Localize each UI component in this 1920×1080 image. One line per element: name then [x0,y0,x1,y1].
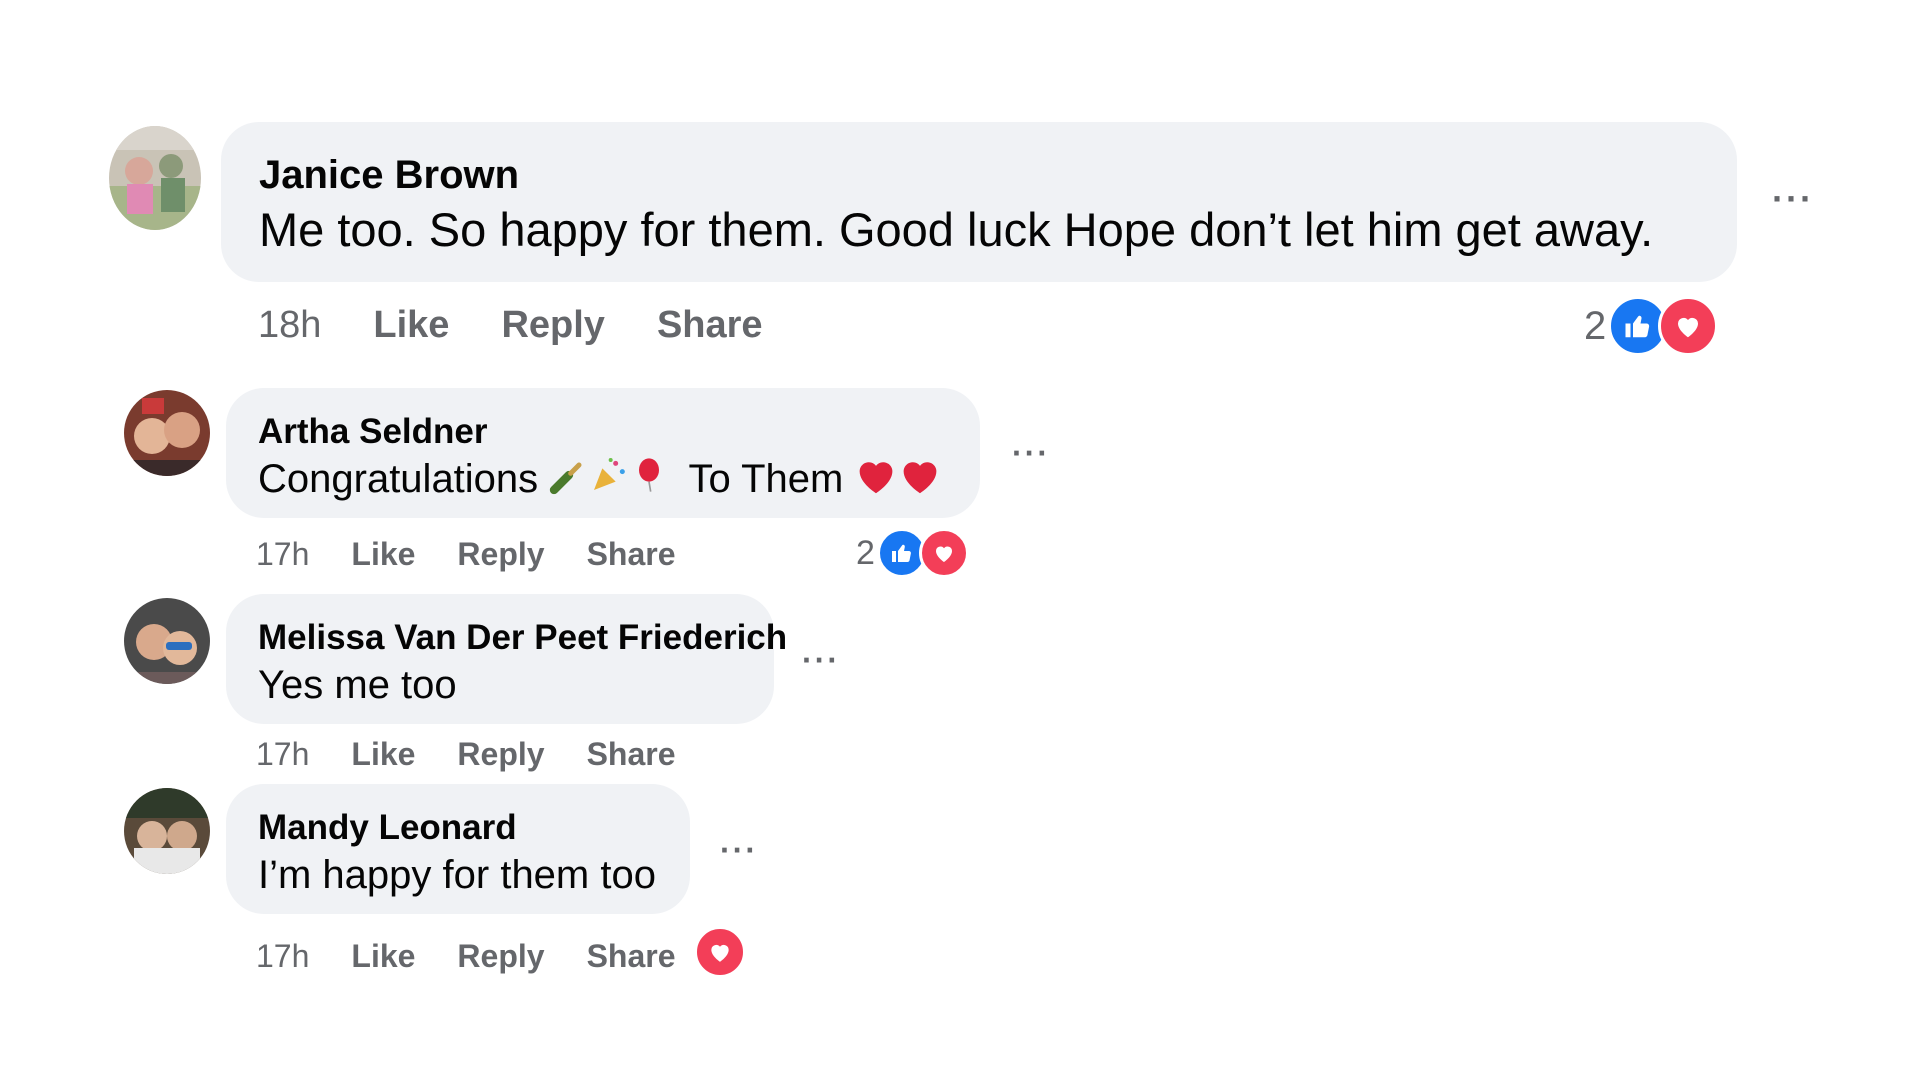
reaction-count: 2 [1584,303,1607,348]
avatar[interactable] [124,788,210,874]
comment-text: Me too. So happy for them. Good luck Hop… [259,203,1654,256]
comment-bubble: Melissa Van Der Peet Friederich Yes me t… [226,594,787,724]
like-button[interactable]: Like [351,736,415,773]
comment-actions: 17h Like Reply Share [256,936,676,976]
love-icon [918,528,969,578]
comment-bubble: Janice Brown Me too. So happy for them. … [221,122,1737,282]
love-icon [694,926,746,978]
comment-timestamp[interactable]: 17h [256,736,309,773]
reaction-count: 2 [856,533,875,572]
comment-text-tail: To Them [688,457,844,501]
share-button[interactable]: Share [587,736,676,773]
comment-text-main: Congratulations [258,457,539,501]
like-button[interactable]: Like [373,304,449,347]
comment-timestamp[interactable]: 17h [256,938,309,975]
bottle-emoji [549,455,589,507]
comment-author[interactable]: Janice Brown [259,150,1699,200]
comment-text: I’m happy for them too [258,853,656,897]
avatar[interactable] [124,598,210,684]
reaction-summary[interactable]: 2 [1584,296,1719,356]
reply-button[interactable]: Reply [457,938,544,975]
avatar[interactable] [109,126,201,230]
red-heart-emoji [898,455,942,507]
comment-text: Congratulations To Them [258,454,948,507]
comment-bubble: Mandy Leonard I’m happy for them too [226,784,690,914]
reaction-summary[interactable] [694,926,746,978]
comments-thread: Janice Brown Me too. So happy for them. … [0,0,1920,1080]
avatar[interactable] [124,390,210,476]
comment-text: Yes me too [258,663,457,707]
reply-button[interactable]: Reply [457,536,544,573]
share-button[interactable]: Share [657,304,763,347]
share-button[interactable]: Share [587,536,676,573]
more-options-button[interactable]: ··· [802,642,840,679]
comment-actions: 18h Like Reply Share [258,302,763,348]
like-button[interactable]: Like [351,536,415,573]
party-popper-emoji [589,455,629,507]
share-button[interactable]: Share [587,938,676,975]
more-options-button[interactable]: ··· [1772,178,1814,220]
balloon-emoji [629,455,669,507]
comment-author[interactable]: Melissa Van Der Peet Friederich [258,616,787,660]
comment-timestamp[interactable]: 18h [258,304,321,347]
more-options-button[interactable]: ··· [1012,435,1050,472]
like-button[interactable]: Like [351,938,415,975]
comment-author[interactable]: Artha Seldner [258,410,948,454]
comment-bubble: Artha Seldner Congratulations To Them [226,388,980,518]
comment-actions: 17h Like Reply Share [256,534,676,574]
love-icon [1658,296,1719,356]
comment-actions: 17h Like Reply Share [256,734,676,774]
comment-author[interactable]: Mandy Leonard [258,806,658,850]
reaction-summary[interactable]: 2 [856,528,969,578]
more-options-button[interactable]: ··· [720,832,758,869]
comment-timestamp[interactable]: 17h [256,536,309,573]
reply-button[interactable]: Reply [457,736,544,773]
red-heart-emoji [854,455,898,507]
reply-button[interactable]: Reply [501,304,604,347]
